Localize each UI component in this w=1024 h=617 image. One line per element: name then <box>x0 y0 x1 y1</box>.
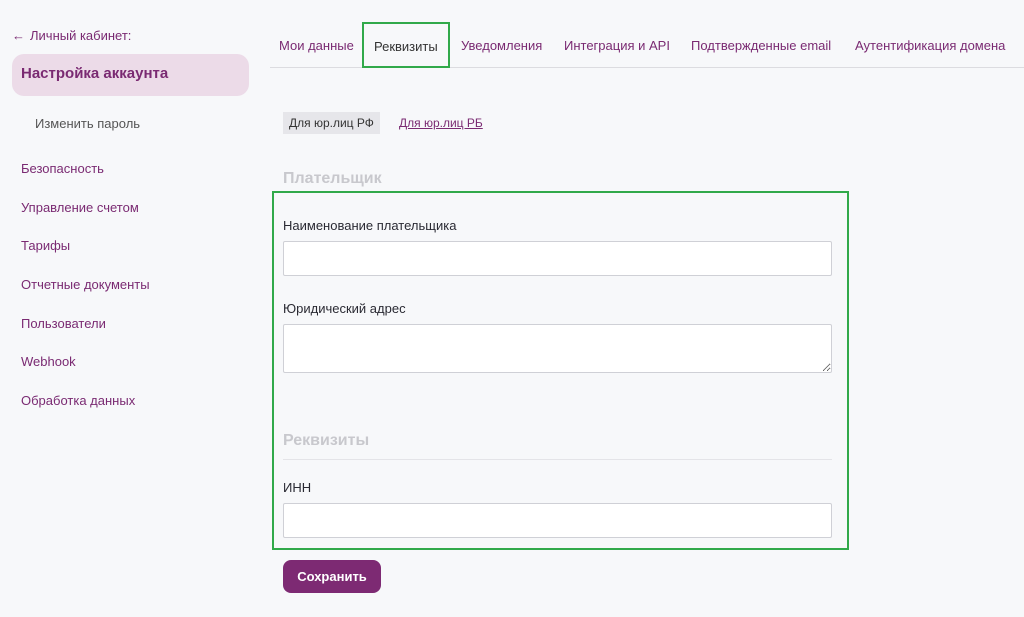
sidebar-item-webhook[interactable]: Webhook <box>21 354 76 369</box>
section-divider <box>283 459 832 460</box>
tab-domain-auth[interactable]: Аутентификация домена <box>855 38 1005 53</box>
sidebar-item-account-settings[interactable]: Настройка аккаунта <box>12 54 249 96</box>
sidebar-item-reports[interactable]: Отчетные документы <box>21 277 150 292</box>
sidebar-subitem-change-password[interactable]: Изменить пароль <box>35 116 140 131</box>
sidebar-item-account-management[interactable]: Управление счетом <box>21 200 139 215</box>
tab-requisites[interactable]: Реквизиты <box>362 22 450 68</box>
tab-verified-email[interactable]: Подтвержденные email <box>691 38 831 53</box>
inn-input[interactable] <box>283 503 832 538</box>
payer-section-title: Плательщик <box>283 170 382 187</box>
arrow-left-icon: ← <box>12 28 25 43</box>
inn-label: ИНН <box>283 480 312 495</box>
legal-address-label: Юридический адрес <box>283 301 406 316</box>
payer-name-label: Наименование плательщика <box>283 218 457 233</box>
tabs-bar: Мои данные Реквизиты Уведомления Интегра… <box>270 22 1024 68</box>
org-type-rb[interactable]: Для юр.лиц РБ <box>399 116 483 130</box>
sidebar-item-security[interactable]: Безопасность <box>21 161 104 176</box>
tab-my-data[interactable]: Мои данные <box>279 38 354 53</box>
org-type-rf[interactable]: Для юр.лиц РФ <box>283 112 380 134</box>
payer-name-input[interactable] <box>283 241 832 276</box>
tab-notifications[interactable]: Уведомления <box>461 38 542 53</box>
sidebar: ← Личный кабинет: Настройка аккаунта Изме… <box>0 0 262 617</box>
tab-integration-api[interactable]: Интеграция и API <box>564 38 670 53</box>
sidebar-item-users[interactable]: Пользователи <box>21 316 106 331</box>
requisites-section-title: Реквизиты <box>283 432 370 449</box>
back-link[interactable]: ← Личный кабинет: <box>12 28 131 43</box>
sidebar-item-data-processing[interactable]: Обработка данных <box>21 393 135 408</box>
back-link-label: Личный кабинет: <box>30 28 132 43</box>
save-button[interactable]: Сохранить <box>283 560 381 593</box>
sidebar-item-tariffs[interactable]: Тарифы <box>21 238 70 253</box>
legal-address-input[interactable] <box>283 324 832 373</box>
